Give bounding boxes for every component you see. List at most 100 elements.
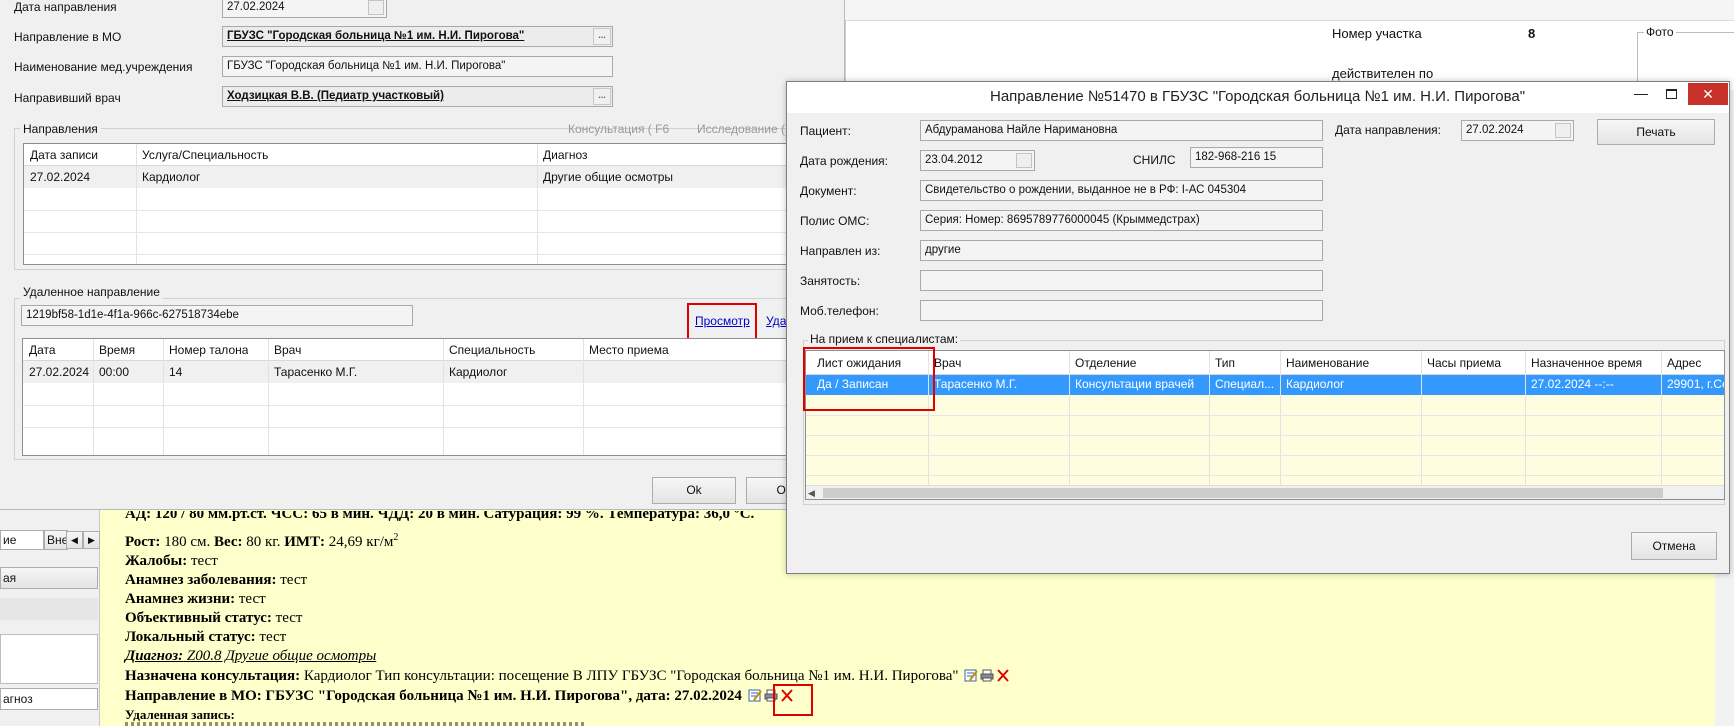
mo-field[interactable]: ГБУЗС "Городская больница №1 им. Н.И. Пи… — [222, 26, 613, 47]
horizontal-scrollbar[interactable]: ◀ — [806, 485, 1724, 499]
remote-col-date[interactable]: Дата — [23, 339, 56, 361]
patient-label: Пациент: — [800, 124, 852, 138]
col-department[interactable]: Отделение — [1069, 352, 1136, 374]
remote-table-header — [23, 339, 844, 361]
print-icon[interactable] — [980, 669, 994, 682]
uchastok-value: 8 — [1528, 26, 1536, 41]
research-hint[interactable]: Исследование ( — [697, 122, 785, 136]
remote-col-ticket[interactable]: Номер талона — [163, 339, 248, 361]
col-type[interactable]: Тип — [1209, 352, 1235, 374]
record-local-line: Локальный статус: тест — [125, 629, 287, 645]
sidebar-list-box — [0, 634, 98, 684]
dob-calendar-icon — [1016, 153, 1032, 168]
doctor-select-button[interactable]: ... — [593, 88, 611, 105]
remote-col-specialty[interactable]: Специальность — [443, 339, 535, 361]
col-hours[interactable]: Часы приема — [1421, 352, 1501, 374]
sidebar-tab-external[interactable]: Внешне — [44, 530, 68, 550]
sidebar-tab-prev-arrow[interactable]: ◀ — [66, 531, 83, 549]
record-diagnosis-line[interactable]: Диагноз: Z00.8 Другие общие осмотры — [125, 648, 376, 665]
calendar-icon[interactable] — [368, 0, 384, 15]
col-doctor[interactable]: Врач — [928, 352, 961, 374]
directions-table[interactable]: Дата записи Услуга/Специальность Диагноз… — [23, 143, 845, 265]
print-direction-icon[interactable] — [764, 689, 778, 702]
from-field: другие — [920, 240, 1323, 261]
print-button[interactable]: Печать — [1597, 119, 1715, 145]
photo-label: Фото — [1644, 25, 1676, 39]
remote-col-doctor[interactable]: Врач — [268, 339, 301, 361]
record-cutoff-line — [125, 722, 585, 726]
directions-label: Направления — [20, 122, 101, 136]
row-address: 29901, г.Се — [1667, 377, 1725, 391]
popup-date-label: Дата направления: — [1335, 123, 1441, 137]
directions-col-diagnosis[interactable]: Диагноз — [537, 144, 588, 166]
remote-row-date: 27.02.2024 — [29, 365, 90, 379]
phone-field — [920, 300, 1323, 321]
view-link[interactable]: Просмотр — [695, 314, 750, 328]
sidebar-tab-1[interactable]: ие — [0, 530, 44, 550]
specialists-label: На прием к специалистам: — [808, 332, 961, 346]
delete-link[interactable]: Уда — [766, 314, 786, 328]
institution-field: ГБУЗС "Городская больница №1 им. Н.И. Пи… — [222, 56, 613, 77]
consult-hint[interactable]: Консультация ( F6 — [568, 122, 669, 136]
edit-icon[interactable] — [964, 669, 979, 682]
sidebar-item-1[interactable]: ая — [0, 567, 98, 589]
remote-row-specialty: Кардиолог — [449, 365, 508, 379]
remote-col-place[interactable]: Место приема — [583, 339, 669, 361]
row-assigned-time: 27.02.2024 --:-- — [1531, 377, 1614, 391]
uchastok-label: Номер участка — [1332, 26, 1422, 41]
maximize-icon[interactable] — [1658, 86, 1684, 106]
dob-label: Дата рождения: — [800, 154, 888, 168]
remote-table[interactable]: Дата Время Номер талона Врач Специальнос… — [22, 338, 845, 456]
doctor-field[interactable]: Ходзицкая В.В. (Педиатр участковый)... — [222, 86, 613, 107]
minimize-icon[interactable]: — — [1628, 86, 1654, 106]
close-icon[interactable]: ✕ — [1688, 83, 1728, 105]
mo-select-button[interactable]: ... — [593, 28, 611, 45]
sidebar-tab-next-arrow[interactable]: ▶ — [83, 531, 100, 549]
directions-row-service: Кардиолог — [142, 170, 201, 184]
row-name: Кардиолог — [1286, 377, 1345, 391]
delete-icon[interactable] — [996, 669, 1010, 682]
col-waitlist[interactable]: Лист ожидания — [811, 352, 901, 374]
dob-field: 23.04.2012 — [920, 150, 1035, 171]
delete-direction-icon[interactable] — [780, 689, 794, 702]
employment-label: Занятость: — [800, 274, 861, 288]
popup-date-calendar-icon — [1555, 123, 1571, 138]
directions-col-service[interactable]: Услуга/Специальность — [136, 144, 268, 166]
row-type: Специал... — [1215, 377, 1275, 391]
popup-cancel-button[interactable]: Отмена — [1631, 532, 1717, 560]
sidebar-item-diagnosis[interactable]: агноз — [0, 688, 98, 710]
scroll-thumb[interactable] — [823, 488, 1663, 498]
document-field: Свидетельство о рождении, выданное не в … — [920, 180, 1323, 201]
table-row[interactable] — [23, 361, 844, 383]
directions-col-date[interactable]: Дата записи — [24, 144, 98, 166]
remote-guid-field[interactable]: 1219bf58-1d1e-4f1a-966c-627518734ebe — [21, 305, 413, 326]
row-doctor: Тарасенко М.Г. — [934, 377, 1018, 391]
record-direction-line: Направление в МО: ГБУЗС "Городская больн… — [125, 688, 794, 705]
snils-label: СНИЛС — [1133, 153, 1176, 167]
col-assigned-time[interactable]: Назначенное время — [1525, 352, 1642, 374]
oms-label: Полис ОМС: — [800, 214, 870, 228]
record-growth-line: Рост: 180 см. Вес: 80 кг. ИМТ: 24,69 кг/… — [125, 532, 399, 550]
date-field[interactable]: 27.02.2024 — [222, 0, 387, 18]
col-address[interactable]: Адрес — [1661, 352, 1701, 374]
record-anamnesis-line: Анамнез заболевания: тест — [125, 572, 308, 588]
row-waitlist: Да / Записан — [817, 377, 889, 391]
background-top-strip — [845, 0, 1734, 21]
remote-label: Удаленное направление — [20, 285, 163, 299]
from-label: Направлен из: — [800, 244, 881, 258]
popup-date-field: 27.02.2024 — [1461, 120, 1574, 141]
directions-row-diagnosis: Другие общие осмотры — [543, 170, 674, 184]
record-removed-line: Удаленная запись: — [125, 707, 235, 722]
specialists-table[interactable]: Лист ожидания Врач Отделение Тип Наимено… — [805, 350, 1725, 500]
directions-row-date: 27.02.2024 — [30, 170, 91, 184]
edit-direction-icon[interactable] — [748, 689, 762, 702]
record-objective-line: Объективный статус: тест — [125, 610, 303, 626]
doctor-label: Направивший врач — [14, 91, 121, 105]
ok-button[interactable]: Ok — [652, 477, 736, 504]
remote-col-time[interactable]: Время — [93, 339, 135, 361]
col-name[interactable]: Наименование — [1280, 352, 1369, 374]
scroll-left-arrow[interactable]: ◀ — [808, 487, 820, 499]
employment-field — [920, 270, 1323, 291]
document-label: Документ: — [800, 184, 857, 198]
remote-row-time: 00:00 — [99, 365, 130, 379]
